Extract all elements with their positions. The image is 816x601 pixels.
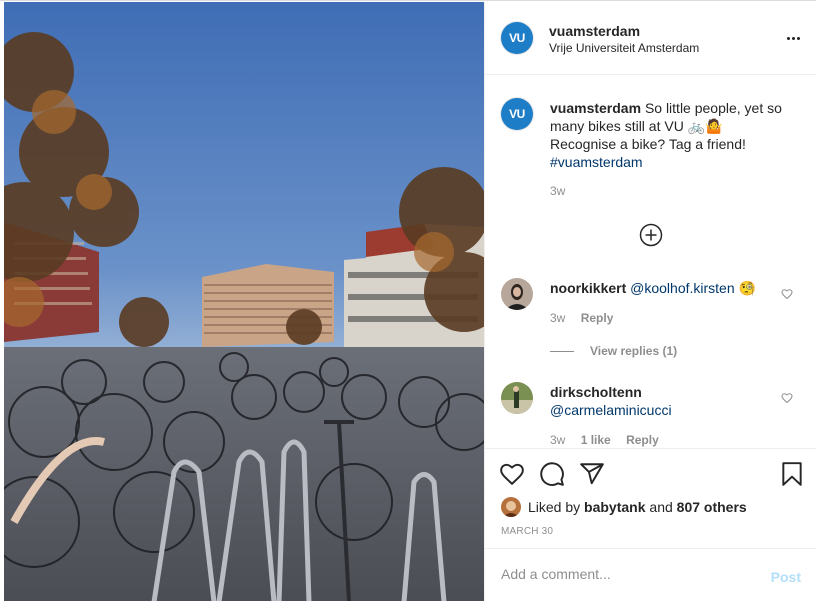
comment-time[interactable]: 3w — [550, 311, 565, 325]
caption-line2: Recognise a bike? Tag a friend! — [550, 136, 746, 152]
view-replies-label: View replies (1) — [590, 344, 678, 358]
comment-emoji: 🧐 — [738, 280, 756, 296]
comment-text: dirkscholtenn @carmelaminicucci — [550, 383, 775, 419]
heart-icon[interactable] — [499, 461, 525, 487]
mention-link[interactable]: @koolhof.kirsten — [630, 280, 734, 296]
avatar[interactable] — [501, 382, 533, 414]
avatar[interactable] — [501, 497, 521, 517]
heart-icon[interactable] — [781, 288, 793, 300]
post-photo[interactable] — [4, 2, 484, 601]
post-header: VU vuamsterdam Vrije Universiteit Amster… — [485, 2, 816, 75]
comment-username[interactable]: dirkscholtenn — [550, 384, 642, 400]
divider — [550, 350, 574, 352]
mention-link[interactable]: @carmelaminicucci — [550, 402, 672, 418]
comment-icon[interactable] — [539, 461, 565, 487]
comment-username[interactable]: noorkikkert — [550, 280, 626, 296]
bikes-photo-illustration — [4, 2, 484, 601]
reply-button[interactable]: Reply — [626, 433, 659, 447]
liked-by-user[interactable]: babytank — [584, 499, 645, 515]
load-more-comments-icon[interactable] — [639, 223, 663, 247]
post-username[interactable]: vuamsterdam — [549, 23, 640, 39]
caption-username[interactable]: vuamsterdam — [550, 100, 641, 116]
avatar[interactable] — [501, 278, 533, 310]
hashtag-link[interactable]: #vuamsterdam — [550, 154, 643, 170]
post-actions: Liked by babytank and 807 others MARCH 3… — [485, 448, 816, 548]
comment-time[interactable]: 3w — [550, 433, 565, 447]
comment-likes[interactable]: 1 like — [581, 433, 611, 447]
post-side-panel: VU vuamsterdam Vrije Universiteit Amster… — [484, 2, 816, 601]
comment-text: noorkikkert @koolhof.kirsten 🧐 — [550, 279, 775, 297]
comment-meta: 3w 1 like Reply — [550, 433, 659, 447]
post-comment-button[interactable]: Post — [771, 569, 801, 585]
instagram-post-modal: VU vuamsterdam Vrije Universiteit Amster… — [0, 0, 816, 601]
add-comment-bar: Post — [485, 548, 816, 601]
bookmark-icon[interactable] — [779, 461, 805, 487]
likes-prefix: Liked by — [528, 499, 581, 515]
caption-text: vuamsterdam So little people, yet so man… — [550, 99, 810, 171]
likes-and: and — [649, 499, 673, 515]
likes-others-link[interactable]: 807 others — [677, 499, 747, 515]
caption-time[interactable]: 3w — [550, 184, 565, 198]
comment-input[interactable] — [501, 566, 751, 582]
more-options-icon[interactable] — [783, 28, 803, 48]
comment-meta: 3w Reply — [550, 311, 613, 325]
post-date[interactable]: MARCH 30 — [501, 526, 553, 537]
avatar[interactable]: VU — [501, 98, 533, 130]
post-location-subtitle[interactable]: Vrije Universiteit Amsterdam — [549, 41, 699, 55]
comments-section[interactable]: VU vuamsterdam So little people, yet so … — [485, 76, 816, 448]
likes-summary: Liked by babytank and 807 others — [501, 497, 747, 517]
heart-icon[interactable] — [781, 392, 793, 404]
share-icon[interactable] — [579, 461, 605, 487]
avatar[interactable]: VU — [501, 22, 533, 54]
view-replies-button[interactable]: View replies (1) — [550, 344, 677, 358]
reply-button[interactable]: Reply — [581, 311, 614, 325]
